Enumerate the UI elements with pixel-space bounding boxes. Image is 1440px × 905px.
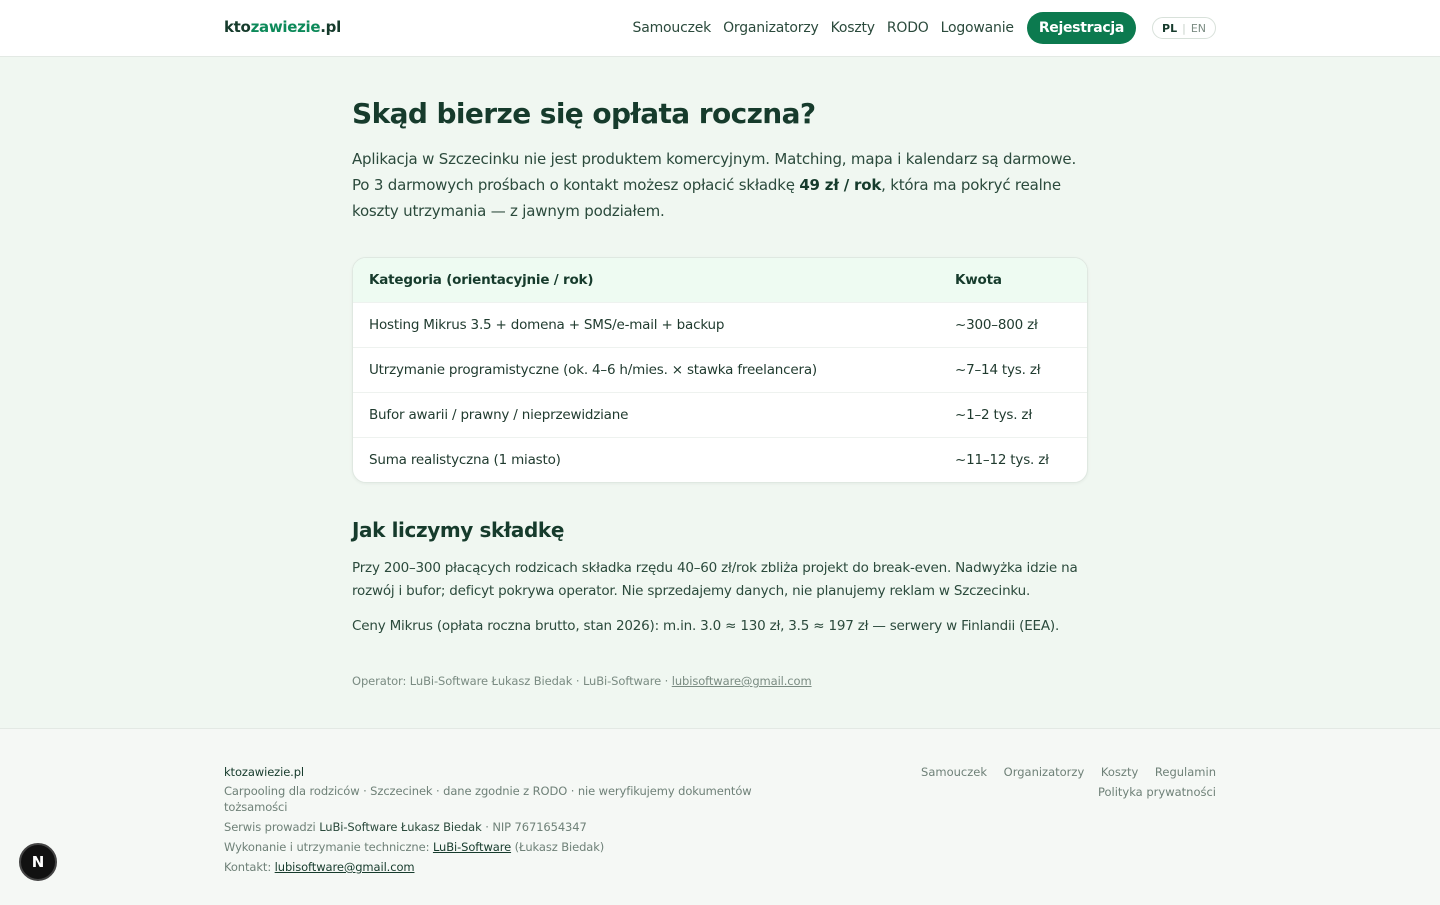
- logo[interactable]: ktozawiezie.pl: [224, 18, 341, 36]
- footer-brand: ktozawiezie.pl: [224, 765, 305, 779]
- mikrus-prices: Ceny Mikrus (opłata roczna brutto, stan …: [352, 618, 1060, 634]
- table-cell-category: Utrzymanie programistyczne (ok. 4–6 h/mi…: [369, 362, 817, 378]
- footer-link-organizatorzy[interactable]: Organizatorzy: [1004, 765, 1085, 779]
- footer-link-privacy[interactable]: Polityka prywatności: [1098, 785, 1216, 799]
- main-content: Skąd bierze się opłata roczna? Aplikacja…: [352, 96, 1088, 688]
- lang-en[interactable]: EN: [1191, 22, 1206, 35]
- cost-table: Kategoria (orientacyjnie / rok) Kwota Ho…: [352, 257, 1088, 483]
- fee-amount: 49 zł / rok: [799, 176, 882, 194]
- dev-tools-badge[interactable]: N: [19, 843, 57, 881]
- nav-logowanie[interactable]: Logowanie: [941, 20, 1014, 36]
- table-row-sum: Suma realistyczna (1 miasto) ~11–12 tys.…: [353, 437, 1087, 482]
- table-cell-amount: ~300–800 zł: [955, 317, 1038, 333]
- table-row: Hosting Mikrus 3.5 + domena + SMS/e-mail…: [353, 302, 1087, 347]
- table-row: Bufor awarii / prawny / nieprzewidziane …: [353, 392, 1087, 437]
- page-title: Skąd bierze się opłata roczna?: [352, 97, 816, 130]
- table-cell-category: Suma realistyczna (1 miasto): [369, 452, 561, 468]
- footer-tech-link[interactable]: LuBi-Software: [433, 840, 511, 854]
- footer: ktozawiezie.pl Carpooling dla rodziców ·…: [0, 728, 1440, 905]
- intro-paragraph: Aplikacja w Szczecinku nie jest produkte…: [352, 150, 1077, 220]
- footer-links: Samouczek Organizatorzy Koszty Regulamin…: [921, 762, 1216, 802]
- operator-email-link[interactable]: lubisoftware@gmail.com: [672, 674, 812, 688]
- table-header-category: Kategoria (orientacyjnie / rok): [369, 272, 594, 288]
- top-header: ktozawiezie.pl Samouczek Organizatorzy K…: [0, 0, 1440, 57]
- footer-contact: Kontakt: lubisoftware@gmail.com: [224, 860, 415, 874]
- footer-link-samouczek[interactable]: Samouczek: [921, 765, 987, 779]
- table-row: Utrzymanie programistyczne (ok. 4–6 h/mi…: [353, 347, 1087, 392]
- nav-rodo[interactable]: RODO: [887, 20, 929, 36]
- table-header-row: Kategoria (orientacyjnie / rok) Kwota: [353, 258, 1087, 302]
- nav-koszty[interactable]: Koszty: [831, 20, 875, 36]
- nav-organizatorzy[interactable]: Organizatorzy: [723, 20, 819, 36]
- table-cell-category: Hosting Mikrus 3.5 + domena + SMS/e-mail…: [369, 317, 725, 333]
- footer-link-koszty[interactable]: Koszty: [1101, 765, 1138, 779]
- footer-info: ktozawiezie.pl Carpooling dla rodziców ·…: [224, 762, 754, 877]
- language-switcher: PL | EN: [1152, 17, 1216, 39]
- table-cell-category: Bufor awarii / prawny / nieprzewidziane: [369, 407, 629, 423]
- main-nav: Samouczek Organizatorzy Koszty RODO Logo…: [633, 12, 1216, 44]
- table-cell-amount: ~11–12 tys. zł: [955, 452, 1049, 468]
- footer-link-regulamin[interactable]: Regulamin: [1155, 765, 1216, 779]
- footer-email-link[interactable]: lubisoftware@gmail.com: [275, 860, 415, 874]
- table-header-amount: Kwota: [955, 272, 1002, 288]
- fee-explanation: Przy 200–300 płacących rodzicach składka…: [352, 560, 1078, 599]
- lang-separator: |: [1182, 21, 1186, 35]
- operator-info: Operator: LuBi-Software Łukasz Biedak · …: [352, 674, 812, 688]
- section-title: Jak liczymy składkę: [352, 518, 564, 542]
- table-cell-amount: ~1–2 tys. zł: [955, 407, 1032, 423]
- table-cell-amount: ~7–14 tys. zł: [955, 362, 1041, 378]
- register-button[interactable]: Rejestracja: [1026, 12, 1137, 44]
- footer-run-by: Serwis prowadzi LuBi-Software Łukasz Bie…: [224, 820, 587, 834]
- nav-samouczek[interactable]: Samouczek: [633, 20, 712, 36]
- footer-tech: Wykonanie i utrzymanie techniczne: LuBi-…: [224, 840, 605, 854]
- lang-pl[interactable]: PL: [1162, 22, 1177, 35]
- footer-tagline: Carpooling dla rodziców · Szczecinek · d…: [224, 784, 752, 814]
